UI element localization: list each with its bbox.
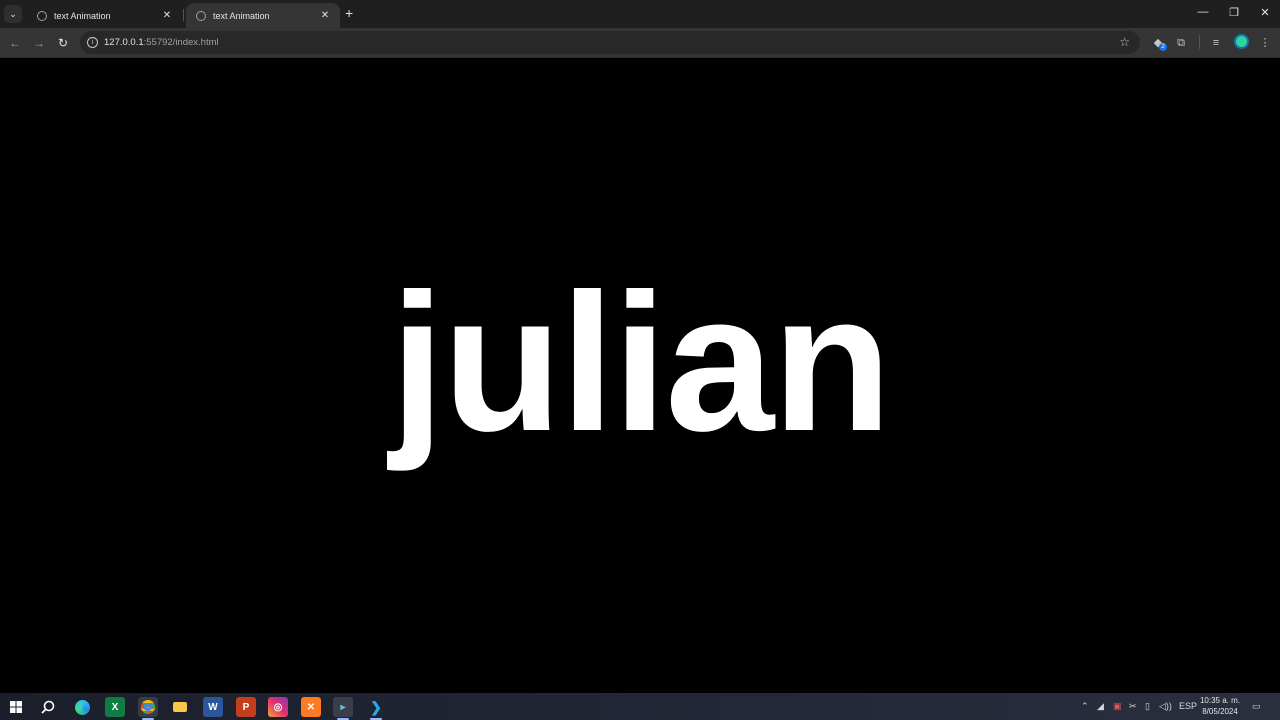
chevron-up-icon[interactable]: ⌃ — [1081, 699, 1089, 713]
close-window-button[interactable]: ✕ — [1255, 6, 1275, 19]
clock[interactable]: 10:35 a. m. 8/05/2024 — [1198, 695, 1242, 717]
extension-icon[interactable]: ◆ 2 — [1150, 35, 1167, 51]
url-path: :55792/index.html — [143, 37, 219, 48]
tab-close-icon[interactable]: ✕ — [318, 10, 332, 21]
new-tab-button[interactable]: + — [345, 6, 353, 20]
powerpoint-icon[interactable]: P — [236, 697, 256, 717]
search-icon[interactable] — [38, 697, 58, 717]
instagram-icon[interactable]: ◎ — [268, 697, 288, 717]
reload-button[interactable]: ↻ — [55, 35, 71, 51]
address-bar[interactable]: i 127.0.0.1:55792/index.html ☆ — [80, 31, 1140, 54]
animated-text: julian — [390, 253, 892, 472]
tab-strip: ⌄ text Animation ✕ text Animation ✕ + — … — [0, 0, 1280, 28]
terminal-icon[interactable]: ▸ — [333, 697, 353, 720]
chevron-down-icon: ⌄ — [9, 8, 17, 19]
tab-close-icon[interactable]: ✕ — [160, 10, 174, 21]
page-viewport: julian — [0, 58, 1280, 693]
forward-button[interactable]: → — [31, 35, 47, 51]
url-host: 127.0.0.1 — [104, 37, 144, 48]
tab-divider — [183, 9, 184, 21]
extension-badge: 2 — [1159, 43, 1167, 51]
tab-1[interactable]: text Animation ✕ — [27, 3, 182, 28]
tab-2-active[interactable]: text Animation ✕ — [186, 3, 340, 28]
windows-taskbar: X W P ◎ ✕ ▸ ❯ ⌃ ◢ ▣ ✂ ▯ ◁)) ESP ▭ — [0, 693, 1280, 720]
clock-time: 10:35 a. m. — [1199, 696, 1241, 705]
volume-icon[interactable]: ◁)) — [1159, 699, 1172, 713]
file-explorer-icon[interactable] — [170, 697, 190, 717]
globe-icon — [196, 10, 206, 21]
vscode-icon[interactable]: ❯ — [366, 697, 386, 720]
battery-icon[interactable]: ▯ — [1145, 699, 1150, 713]
chrome-icon[interactable] — [138, 697, 158, 720]
tab-search-button[interactable]: ⌄ — [4, 5, 22, 23]
language-indicator[interactable]: ESP — [1179, 699, 1197, 713]
xampp-icon[interactable]: ✕ — [301, 697, 321, 717]
minimize-button[interactable]: — — [1193, 6, 1213, 18]
toolbar-divider — [1199, 35, 1200, 49]
globe-icon — [37, 10, 47, 21]
word-icon[interactable]: W — [203, 697, 223, 717]
media-controls-icon[interactable]: ≡ — [1208, 35, 1224, 51]
start-icon[interactable] — [6, 697, 26, 717]
clock-date: 8/05/2024 — [1202, 707, 1238, 716]
back-button[interactable]: ← — [7, 35, 23, 51]
wifi-icon[interactable]: ◢ — [1097, 699, 1104, 713]
chrome-menu-icon[interactable]: ⋮ — [1257, 35, 1273, 51]
edge-icon[interactable] — [72, 697, 92, 717]
antivirus-icon[interactable]: ▣ — [1113, 699, 1122, 713]
notifications-icon[interactable]: ▭ — [1252, 699, 1261, 713]
tab-title: text Animation — [213, 10, 270, 21]
puzzle-extensions-icon[interactable]: ⧉ — [1173, 35, 1189, 51]
mic-muted-icon[interactable]: ✂ — [1129, 699, 1137, 713]
excel-icon[interactable]: X — [105, 697, 125, 717]
profile-avatar[interactable] — [1234, 34, 1249, 49]
browser-toolbar: ← → ↻ i 127.0.0.1:55792/index.html ☆ ◆ 2 … — [0, 28, 1280, 58]
tab-title: text Animation — [54, 10, 111, 21]
restore-button[interactable]: ❐ — [1224, 6, 1244, 19]
bookmark-star-icon[interactable]: ☆ — [1119, 35, 1130, 49]
site-info-icon[interactable]: i — [87, 37, 98, 48]
